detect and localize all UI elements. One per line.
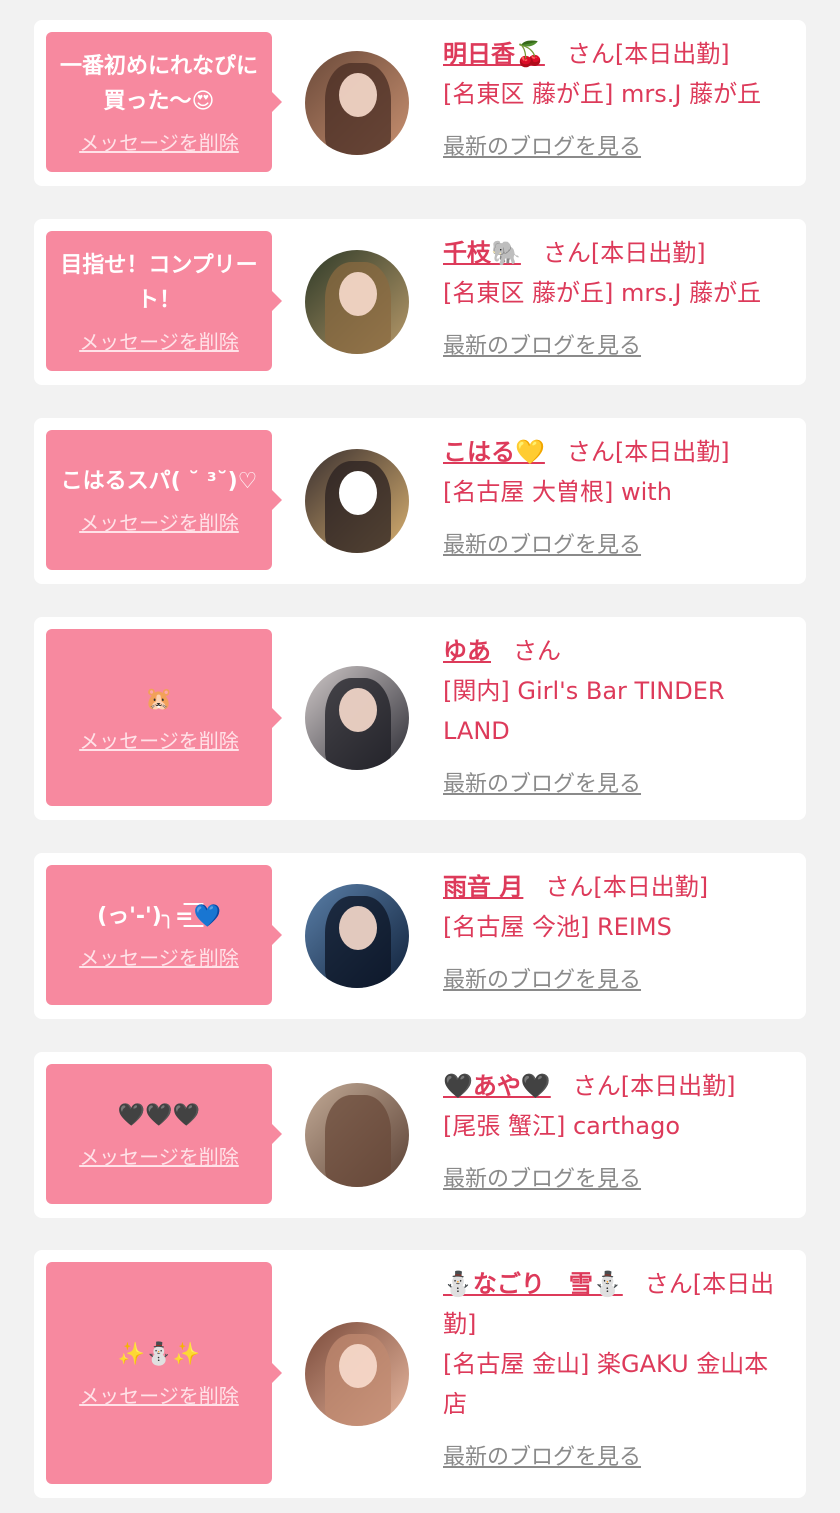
cast-status: さん[本日出勤] xyxy=(572,1072,736,1100)
cast-name-link[interactable]: 雨音 月 xyxy=(443,873,523,901)
cast-status: さん[本日出勤] xyxy=(545,873,709,901)
cast-info: 明日香🍒 さん[本日出勤] [名東区 藤が丘] mrs.J 藤が丘 最新のブログを… xyxy=(443,34,792,168)
message-card: 一番初めにれなぴに買った〜😍 メッセージを削除 明日香🍒 さん[本日出勤] [名東… xyxy=(34,20,806,186)
delete-message-link[interactable]: メッセージを削除 xyxy=(79,942,239,971)
cast-info: ゆあ さん [関内] Girl's Bar TINDER LAND 最新のブログを… xyxy=(443,631,792,805)
cast-status: さん xyxy=(513,637,561,665)
cast-status: さん[本日出勤] xyxy=(566,438,730,466)
message-card: 🐹 メッセージを削除 ゆあ さん [関内] Girl's Bar TINDER L… xyxy=(34,617,806,820)
cast-info: 🖤あや🖤 さん[本日出勤] [尾張 蟹江] carthago 最新のブログを見る xyxy=(443,1066,792,1200)
avatar[interactable] xyxy=(305,884,409,988)
message-text: 🖤🖤🖤 xyxy=(117,1103,201,1128)
cast-name-link[interactable]: こはる💛 xyxy=(443,438,545,466)
latest-blog-link[interactable]: 最新のブログを見る xyxy=(443,1160,641,1200)
message-card: 🖤🖤🖤 メッセージを削除 🖤あや🖤 さん[本日出勤] [尾張 蟹江] cartha… xyxy=(34,1052,806,1218)
cast-name-link[interactable]: ⛄なごり 雪⛄ xyxy=(443,1270,623,1298)
delete-message-link[interactable]: メッセージを削除 xyxy=(79,1141,239,1170)
message-text: ✨⛄✨ xyxy=(117,1342,201,1367)
message-text: (っ'-')╮=͟͟͞͞💙 xyxy=(97,904,221,929)
latest-blog-link[interactable]: 最新のブログを見る xyxy=(443,128,641,168)
message-bubble: 🐹 メッセージを削除 xyxy=(46,629,282,806)
avatar[interactable] xyxy=(305,1322,409,1426)
latest-blog-link[interactable]: 最新のブログを見る xyxy=(443,961,641,1001)
shop-text: [関内] Girl's Bar TINDER LAND xyxy=(443,677,725,745)
cast-info: ⛄なごり 雪⛄ さん[本日出勤] [名古屋 金山] 楽GAKU 金山本店 最新のブ… xyxy=(443,1264,792,1478)
cast-info: 雨音 月さん[本日出勤] [名古屋 今池] REIMS 最新のブログを見る xyxy=(443,867,792,1001)
message-bubble: 一番初めにれなぴに買った〜😍 メッセージを削除 xyxy=(46,32,282,172)
latest-blog-link[interactable]: 最新のブログを見る xyxy=(443,327,641,367)
message-card: 目指せ！コンプリート！ メッセージを削除 千枝🐘 さん[本日出勤] [名東区 藤が… xyxy=(34,219,806,385)
delete-message-link[interactable]: メッセージを削除 xyxy=(79,725,239,754)
shop-text: [名古屋 金山] 楽GAKU 金山本店 xyxy=(443,1350,769,1418)
latest-blog-link[interactable]: 最新のブログを見る xyxy=(443,526,641,566)
message-card: (っ'-')╮=͟͟͞͞💙 メッセージを削除 雨音 月さん[本日出勤] [名古屋… xyxy=(34,853,806,1019)
avatar[interactable] xyxy=(305,666,409,770)
shop-text: [名古屋 今池] REIMS xyxy=(443,913,672,941)
avatar[interactable] xyxy=(305,449,409,553)
message-card: ✨⛄✨ メッセージを削除 ⛄なごり 雪⛄ さん[本日出勤] [名古屋 金山] 楽G… xyxy=(34,1250,806,1498)
cast-info: 千枝🐘 さん[本日出勤] [名東区 藤が丘] mrs.J 藤が丘 最新のブログを見… xyxy=(443,233,792,367)
message-card: こはるスパ( ˘ ³˘)♡ メッセージを削除 こはる💛 さん[本日出勤] [名古屋… xyxy=(34,418,806,584)
latest-blog-link[interactable]: 最新のブログを見る xyxy=(443,765,641,805)
avatar[interactable] xyxy=(305,250,409,354)
message-text: こはるスパ( ˘ ³˘)♡ xyxy=(60,469,258,494)
message-text: 目指せ！コンプリート！ xyxy=(60,252,258,313)
shop-text: [名東区 藤が丘] mrs.J 藤が丘 xyxy=(443,279,762,307)
delete-message-link[interactable]: メッセージを削除 xyxy=(79,1380,239,1409)
avatar[interactable] xyxy=(305,51,409,155)
delete-message-link[interactable]: メッセージを削除 xyxy=(79,507,239,536)
message-text: 🐹 xyxy=(145,686,173,712)
message-text: 一番初めにれなぴに買った〜😍 xyxy=(59,53,258,114)
cast-name-link[interactable]: 千枝🐘 xyxy=(443,239,521,267)
delete-message-link[interactable]: メッセージを削除 xyxy=(79,127,239,156)
cast-status: さん[本日出勤] xyxy=(542,239,706,267)
shop-text: [名古屋 大曽根] with xyxy=(443,478,672,506)
message-bubble: こはるスパ( ˘ ³˘)♡ メッセージを削除 xyxy=(46,430,282,570)
shop-text: [名東区 藤が丘] mrs.J 藤が丘 xyxy=(443,80,762,108)
cast-status: さん[本日出勤] xyxy=(566,40,730,68)
message-bubble: 🖤🖤🖤 メッセージを削除 xyxy=(46,1064,282,1204)
cast-name-link[interactable]: ゆあ xyxy=(443,637,491,665)
message-bubble: ✨⛄✨ メッセージを削除 xyxy=(46,1262,282,1484)
message-bubble: (っ'-')╮=͟͟͞͞💙 メッセージを削除 xyxy=(46,865,282,1005)
shop-text: [尾張 蟹江] carthago xyxy=(443,1112,680,1140)
message-bubble: 目指せ！コンプリート！ メッセージを削除 xyxy=(46,231,282,371)
cast-name-link[interactable]: 🖤あや🖤 xyxy=(443,1072,551,1100)
cast-name-link[interactable]: 明日香🍒 xyxy=(443,40,545,68)
avatar[interactable] xyxy=(305,1083,409,1187)
delete-message-link[interactable]: メッセージを削除 xyxy=(79,326,239,355)
cast-info: こはる💛 さん[本日出勤] [名古屋 大曽根] with 最新のブログを見る xyxy=(443,432,792,566)
latest-blog-link[interactable]: 最新のブログを見る xyxy=(443,1438,641,1478)
